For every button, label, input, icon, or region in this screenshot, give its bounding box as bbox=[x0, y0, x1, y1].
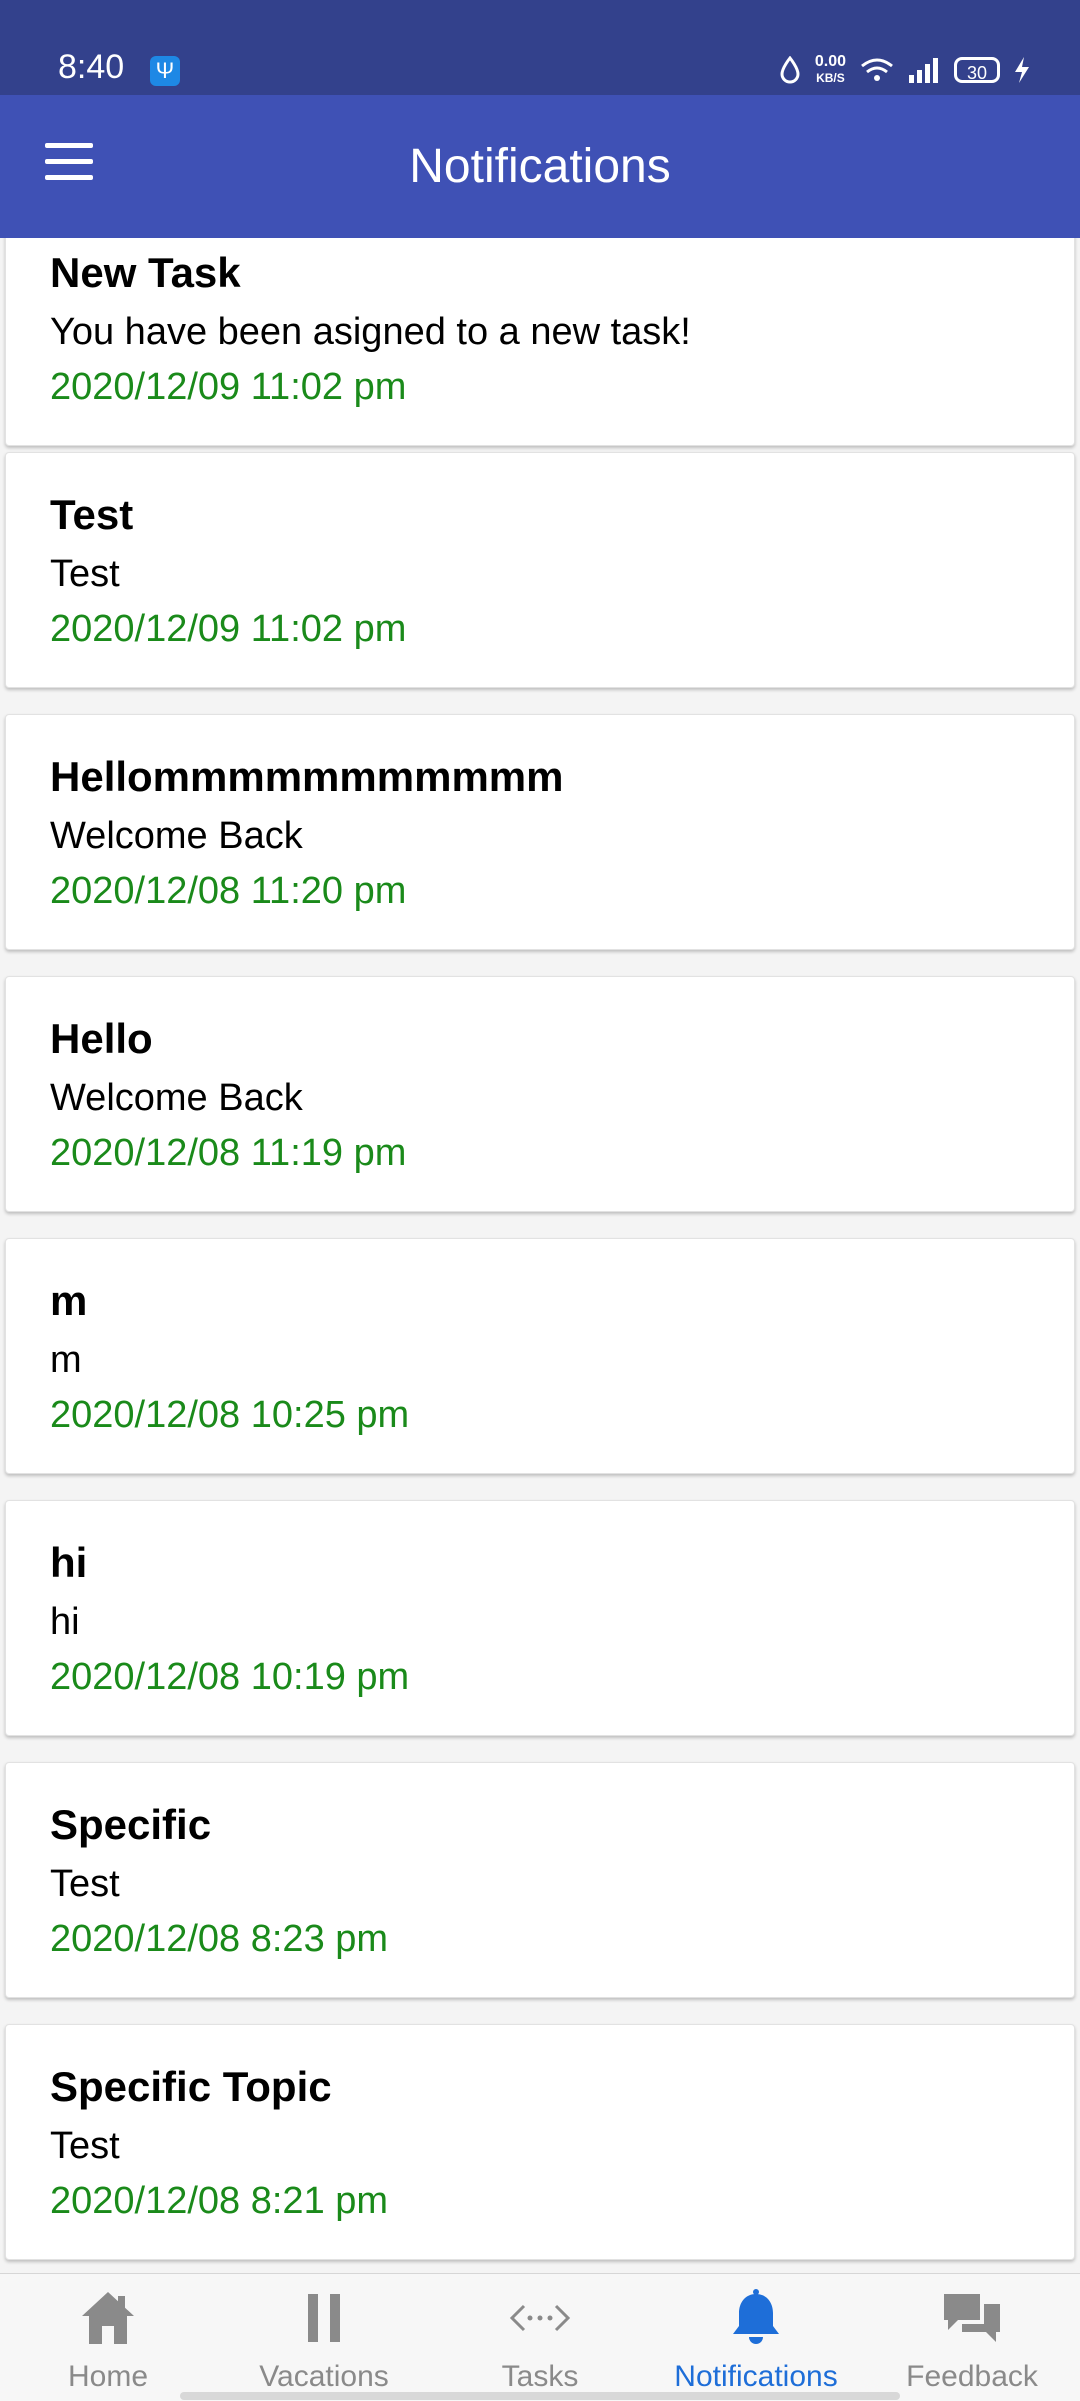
notification-timestamp: 2020/12/08 10:19 pm bbox=[50, 1656, 410, 1698]
nav-label-tasks: Tasks bbox=[501, 2360, 579, 2393]
battery-icon: 30 bbox=[954, 57, 1000, 83]
notification-title: Test bbox=[50, 491, 134, 538]
notification-body: Test bbox=[50, 553, 120, 595]
home-icon bbox=[82, 2292, 134, 2344]
pause-icon bbox=[308, 2294, 340, 2342]
notification-title: Specific bbox=[50, 1801, 212, 1848]
bell-icon bbox=[733, 2289, 779, 2344]
status-time: 8:40 bbox=[58, 48, 125, 86]
notification-card[interactable]: Test Test 2020/12/09 11:02 pm bbox=[5, 452, 1075, 688]
notification-body: Welcome Back bbox=[50, 1077, 303, 1119]
code-arrows-icon bbox=[509, 2304, 571, 2332]
notification-card[interactable]: Specific Topic Test 2020/12/08 8:21 pm bbox=[5, 2024, 1075, 2260]
signal-icon bbox=[909, 58, 938, 83]
notification-card[interactable]: Specific Test 2020/12/08 8:23 pm bbox=[5, 1762, 1075, 1998]
network-speed-unit: KB/S bbox=[816, 71, 845, 85]
notification-timestamp: 2020/12/09 11:02 pm bbox=[50, 366, 407, 408]
status-bar: 8:40 Ψ 0.00 KB/S 30 bbox=[0, 0, 1080, 95]
notification-title: New Task bbox=[50, 249, 241, 296]
network-speed: 0.00 KB/S bbox=[815, 54, 846, 86]
bottom-navigation: Home Vacations Tasks Notifications Feedb… bbox=[0, 2273, 1080, 2401]
notification-timestamp: 2020/12/08 8:21 pm bbox=[50, 2180, 389, 2222]
notification-title: Hello bbox=[50, 1015, 153, 1062]
nav-label-home: Home bbox=[67, 2360, 149, 2393]
nav-item-feedback[interactable]: Feedback bbox=[864, 2274, 1080, 2401]
nav-item-vacations[interactable]: Vacations bbox=[216, 2274, 432, 2401]
network-speed-value: 0.00 bbox=[814, 53, 846, 70]
notification-card[interactable]: New Task You have been asigned to a new … bbox=[5, 238, 1075, 446]
status-indicators: 0.00 KB/S 30 bbox=[779, 50, 1030, 90]
notification-card[interactable]: hi hi 2020/12/08 10:19 pm bbox=[5, 1500, 1075, 1736]
notification-list[interactable]: New Task You have been asigned to a new … bbox=[0, 238, 1080, 2273]
wifi-icon bbox=[861, 58, 893, 81]
charging-icon bbox=[1015, 57, 1029, 83]
nav-item-home[interactable]: Home bbox=[0, 2274, 216, 2401]
notification-body: m bbox=[50, 1339, 82, 1381]
nav-item-tasks[interactable]: Tasks bbox=[432, 2274, 648, 2401]
notification-body: Welcome Back bbox=[50, 815, 303, 857]
nav-item-notifications[interactable]: Notifications bbox=[648, 2274, 864, 2401]
notification-timestamp: 2020/12/08 10:25 pm bbox=[50, 1394, 410, 1436]
notification-title: Specific Topic bbox=[50, 2063, 332, 2110]
notification-body: You have been asigned to a new task! bbox=[50, 311, 691, 353]
notification-timestamp: 2020/12/09 11:02 pm bbox=[50, 608, 407, 650]
notification-timestamp: 2020/12/08 11:20 pm bbox=[50, 870, 407, 912]
gesture-bar bbox=[180, 2392, 900, 2400]
app-bar: Notifications bbox=[0, 95, 1080, 238]
notification-body: hi bbox=[50, 1601, 80, 1643]
notification-card[interactable]: Hellommmmmmmmmmm Welcome Back 2020/12/08… bbox=[5, 714, 1075, 950]
notification-body: Test bbox=[50, 2125, 120, 2167]
notification-title: m bbox=[50, 1277, 88, 1324]
nav-label-feedback: Feedback bbox=[906, 2360, 1038, 2393]
notification-card[interactable]: m m 2020/12/08 10:25 pm bbox=[5, 1238, 1075, 1474]
nav-label-vacations: Vacations bbox=[259, 2360, 389, 2393]
nav-label-notifications: Notifications bbox=[674, 2360, 838, 2393]
data-saver-icon bbox=[780, 56, 800, 84]
notification-timestamp: 2020/12/08 8:23 pm bbox=[50, 1918, 389, 1960]
usb-icon: Ψ bbox=[150, 56, 180, 86]
notification-timestamp: 2020/12/08 11:19 pm bbox=[50, 1132, 407, 1174]
notification-body: Test bbox=[50, 1863, 120, 1905]
chat-bubbles-icon bbox=[944, 2294, 1000, 2342]
page-title: Notifications bbox=[409, 140, 671, 193]
notification-title: Hellommmmmmmmmmm bbox=[50, 753, 564, 800]
notification-card[interactable]: Hello Welcome Back 2020/12/08 11:19 pm bbox=[5, 976, 1075, 1212]
notification-title: hi bbox=[50, 1539, 88, 1586]
